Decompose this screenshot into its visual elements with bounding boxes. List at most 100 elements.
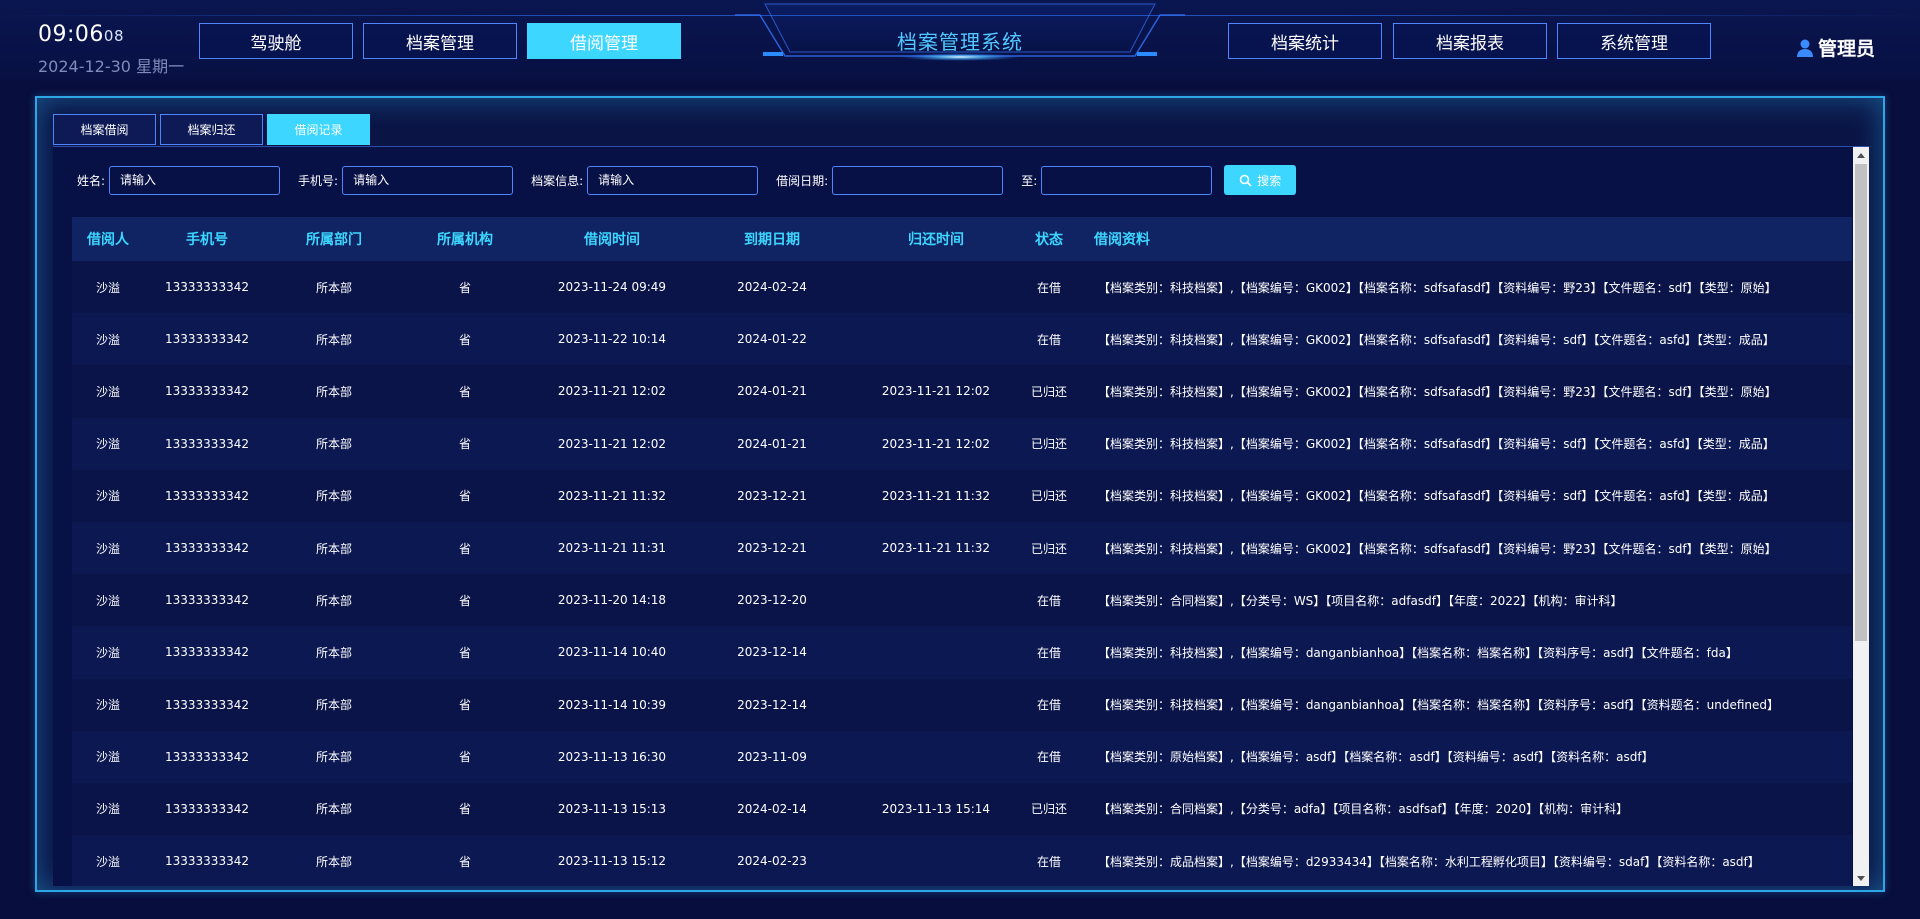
cell-borrower: 沙溢 — [95, 645, 120, 660]
cell-borrowed-materials: 【档案类别：原始档案】,【档案编号：asdf】【档案名称：asdf】【资料编号：… — [1098, 750, 1654, 765]
table-row[interactable]: 沙溢 13333333342 所本部 省 2023-11-20 14:18 2023-12… — [72, 574, 1852, 627]
cell-due-date: 2023-12-21 — [737, 488, 807, 503]
cell-borrow-time: 2023-11-21 12:02 — [557, 384, 667, 399]
cell-status: 在借 — [1036, 750, 1061, 765]
cell-status: 已归还 — [1030, 489, 1067, 504]
cell-due-date: 2023-12-14 — [737, 697, 807, 712]
cell-due-date: 2024-01-21 — [737, 436, 807, 451]
cell-department: 所本部 — [315, 384, 352, 399]
cell-borrower: 沙溢 — [95, 802, 120, 817]
table-row[interactable]: 沙溢 13333333342 所本部 省 2023-11-14 10:40 2023-12… — [72, 626, 1852, 679]
cell-status: 已归还 — [1030, 437, 1067, 452]
cell-status: 在借 — [1036, 645, 1061, 660]
table-row[interactable]: 沙溢 13333333342 所本部 省 2023-11-13 16:30 2023-11… — [72, 730, 1852, 783]
phone-label: 手机号: — [298, 173, 339, 188]
cell-borrowed-materials: 【档案类别：科技档案】,【档案编号：GK002】【档案名称：sdfsafasdf… — [1098, 437, 1775, 452]
cell-borrow-time: 2023-11-20 14:18 — [557, 593, 667, 608]
cell-borrower: 沙溢 — [95, 332, 120, 347]
table-row[interactable]: 沙溢 13333333342 所本部 省 2023-11-13 15:12 2024-02… — [72, 835, 1852, 886]
header-phone: 手机号 — [186, 232, 228, 248]
nav-archive-reports[interactable]: 档案报表 — [1393, 23, 1547, 59]
cell-borrow-time: 2023-11-21 12:02 — [557, 436, 667, 451]
vertical-scrollbar[interactable] — [1853, 147, 1869, 886]
cell-borrowed-materials: 【档案类别：科技档案】,【档案编号：GK002】【档案名称：sdfsafasdf… — [1098, 332, 1775, 347]
cell-phone: 13333333342 — [165, 541, 249, 556]
cell-organization: 省 — [458, 802, 471, 817]
cell-phone: 13333333342 — [165, 593, 249, 608]
cell-phone: 13333333342 — [165, 280, 249, 295]
borrow-date-end-input[interactable] — [1041, 165, 1213, 195]
scroll-up-arrow-icon[interactable] — [1857, 153, 1865, 158]
header-status: 状态 — [1035, 232, 1063, 248]
nav-archive-management[interactable]: 档案管理 — [363, 23, 517, 59]
cell-borrowed-materials: 【档案类别：合同档案】,【分类号：WS】【项目名称：adfasdf】【年度：20… — [1098, 593, 1623, 608]
cell-borrowed-materials: 【档案类别：科技档案】,【档案编号：GK002】【档案名称：sdfsafasdf… — [1098, 280, 1777, 295]
search-button[interactable]: 搜索 — [1224, 165, 1297, 195]
search-bar: 姓名: 手机号: 档案信息: 借阅日期: 至: 搜索 — [77, 165, 1297, 195]
cell-status: 在借 — [1036, 854, 1061, 869]
top-header: 09:0608 2024-12-30 星期一 驾驶舱 档案管理 借阅管理 档案管… — [0, 0, 1920, 80]
table-body: 沙溢 13333333342 所本部省 2023-11-24 09:49 2024-02… — [72, 261, 1852, 886]
cell-borrow-time: 2023-11-21 11:31 — [557, 541, 667, 556]
header-borrow-time: 借阅时间 — [584, 232, 640, 248]
cell-borrow-time: 2023-11-13 16:30 — [557, 749, 667, 764]
table-row[interactable]: 沙溢 13333333342 所本部 省 2023-11-21 12:02 2024-01… — [72, 417, 1852, 470]
tab-archive-return[interactable]: 档案归还 — [160, 114, 263, 145]
nav-system-management[interactable]: 系统管理 — [1557, 23, 1711, 59]
cell-borrower: 沙溢 — [95, 384, 120, 399]
cell-borrower: 沙溢 — [95, 854, 120, 869]
cell-borrow-time: 2023-11-14 10:39 — [557, 697, 667, 712]
cell-borrower: 沙溢 — [95, 750, 120, 765]
table-row[interactable]: 沙溢 13333333342 所本部 省 2023-11-21 11:32 2023-12… — [72, 469, 1852, 522]
records-content: 姓名: 手机号: 档案信息: 借阅日期: 至: 搜索 — [53, 146, 1869, 886]
sub-tabs: 档案借阅 档案归还 借阅记录 — [53, 114, 370, 145]
cell-status: 在借 — [1036, 332, 1061, 347]
archive-info-input[interactable] — [587, 165, 759, 195]
cell-organization: 省 — [458, 750, 471, 765]
nav-cockpit[interactable]: 驾驶舱 — [199, 23, 353, 59]
scrollbar-thumb[interactable] — [1855, 164, 1867, 641]
header-borrowed-materials: 借阅资料 — [1094, 232, 1150, 248]
tab-borrow-records[interactable]: 借阅记录 — [267, 114, 370, 145]
borrow-records-table: 借阅人 手机号 所属部门 所属机构 借阅时间 到期日期 归还时间 状态 借阅资料… — [72, 217, 1852, 886]
table-row[interactable]: 沙溢 13333333342 所本部 省 2023-11-22 10:14 2024-01… — [72, 313, 1852, 366]
user-menu[interactable]: 管理员 — [1796, 34, 1875, 61]
cell-borrower: 沙溢 — [95, 489, 120, 504]
tab-archive-borrow[interactable]: 档案借阅 — [53, 114, 156, 145]
cell-status: 在借 — [1036, 698, 1061, 713]
cell-organization: 省 — [458, 645, 471, 660]
borrow-date-start-input[interactable] — [832, 165, 1004, 195]
cell-due-date: 2024-02-14 — [737, 801, 807, 816]
cell-due-date: 2024-02-23 — [737, 854, 807, 869]
cell-borrow-time: 2023-11-22 10:14 — [557, 332, 667, 347]
cell-due-date: 2023-12-21 — [737, 541, 807, 556]
cell-organization: 省 — [458, 280, 471, 295]
cell-organization: 省 — [458, 332, 471, 347]
cell-phone: 13333333342 — [165, 488, 249, 503]
cell-due-date: 2023-11-09 — [737, 749, 807, 764]
cell-department: 所本部 — [315, 854, 352, 869]
nav-borrow-management[interactable]: 借阅管理 — [527, 23, 681, 59]
phone-input[interactable] — [342, 165, 514, 195]
user-name: 管理员 — [1817, 38, 1875, 60]
cell-phone: 13333333342 — [165, 645, 249, 660]
table-row[interactable]: 沙溢 13333333342 所本部 省 2023-11-24 09:49 2024-02… — [72, 261, 1852, 314]
cell-phone: 13333333342 — [165, 801, 249, 816]
table-row[interactable]: 沙溢 13333333342 所本部 省 2023-11-21 12:02 2024-01… — [72, 365, 1852, 418]
table-row[interactable]: 沙溢 13333333342 所本部 省 2023-11-13 15:13 2024-02… — [72, 782, 1852, 836]
table-row[interactable]: 沙溢 13333333342 所本部 省 2023-11-21 11:31 2023-12… — [72, 521, 1852, 575]
nav-archive-statistics[interactable]: 档案统计 — [1228, 23, 1382, 59]
name-input[interactable] — [109, 165, 281, 195]
table-row[interactable]: 沙溢 13333333342 所本部 省 2023-11-14 10:39 2023-12… — [72, 678, 1852, 731]
header-department: 所属部门 — [306, 232, 362, 248]
cell-borrowed-materials: 【档案类别：科技档案】,【档案编号：danganbianhoa】【档案名称：档案… — [1098, 698, 1780, 713]
clock-date: 2024-12-30 星期一 — [38, 57, 185, 76]
cell-department: 所本部 — [315, 437, 352, 452]
cell-due-date: 2024-01-22 — [737, 332, 807, 347]
cell-borrowed-materials: 【档案类别：科技档案】,【档案编号：GK002】【档案名称：sdfsafasdf… — [1098, 384, 1777, 399]
cell-organization: 省 — [458, 437, 471, 452]
cell-organization: 省 — [458, 541, 471, 556]
scroll-down-arrow-icon[interactable] — [1857, 876, 1865, 881]
cell-borrowed-materials: 【档案类别：科技档案】,【档案编号：GK002】【档案名称：sdfsafasdf… — [1098, 489, 1775, 504]
cell-phone: 13333333342 — [165, 436, 249, 451]
